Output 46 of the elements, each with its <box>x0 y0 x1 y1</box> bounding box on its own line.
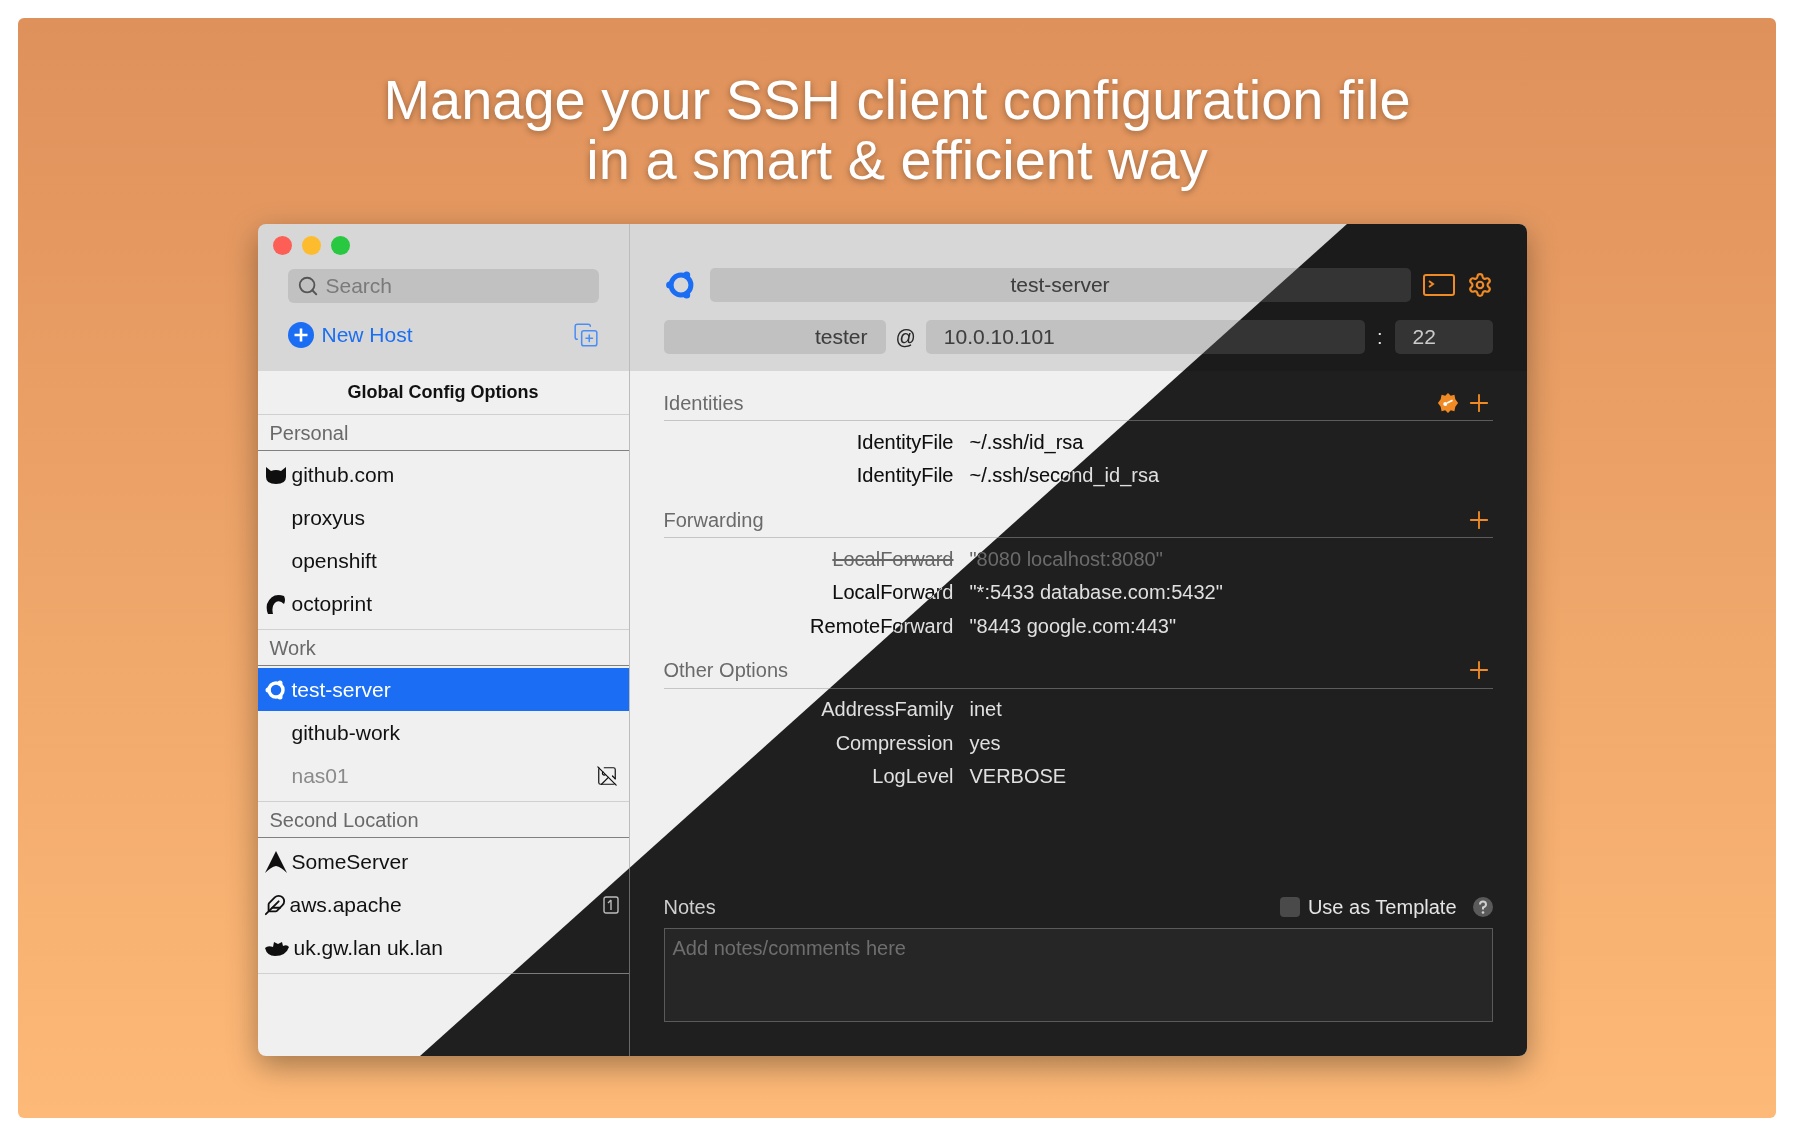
at-sign: @ <box>894 325 917 350</box>
host-item[interactable]: uk.gw.lan uk.lan <box>257 926 629 969</box>
host-item[interactable]: openshift <box>257 539 629 582</box>
template-checkbox[interactable]: Use as Template <box>1279 892 1493 922</box>
help-icon[interactable] <box>1472 897 1493 917</box>
option-value: yes <box>969 730 1001 756</box>
peak-icon <box>263 849 288 874</box>
host-item[interactable]: proxyus <box>257 496 629 539</box>
host-item[interactable]: SomeServer <box>257 840 629 883</box>
hostname-field[interactable]: 10.0.10.101 <box>925 320 1365 354</box>
host-title-field[interactable]: test-server <box>709 268 1411 302</box>
host-item[interactable]: aws.apache <box>257 883 629 926</box>
user-field[interactable]: tester <box>663 320 886 354</box>
cat-icon <box>263 464 288 485</box>
section-heading: Other Options <box>663 658 788 683</box>
notes-field[interactable]: Add notes/comments here <box>663 928 1493 1022</box>
port-field[interactable]: 22 <box>1394 320 1493 354</box>
plus-circle-icon <box>287 321 314 348</box>
option-key: IdentityFile <box>663 460 970 491</box>
option-value: "8443 google.com:443" <box>969 613 1177 639</box>
option-value: inet <box>969 697 1002 723</box>
option-value: "8080 localhost:8080" <box>969 546 1163 572</box>
option-value: "*:5433 database.com:5432" <box>969 580 1223 606</box>
section-heading: Forwarding <box>663 507 764 533</box>
headline: Manage your SSH client configuration file in a smart & efficient way <box>383 70 1411 190</box>
feather-icon <box>263 893 286 916</box>
option-key: AddressFamily <box>663 694 970 725</box>
option-key: IdentityFile <box>663 426 970 457</box>
host-item[interactable]: octoprint <box>257 582 629 625</box>
host-item[interactable]: github.com <box>257 453 629 496</box>
host-item[interactable]: github-work <box>257 711 629 754</box>
option-value: ~/.ssh/id_rsa <box>969 429 1084 456</box>
option-value: VERBOSE <box>969 764 1067 790</box>
option-key: LogLevel <box>663 761 970 792</box>
option-key: Compression <box>663 727 970 758</box>
badge-key-icon[interactable] <box>1436 391 1459 414</box>
host-item[interactable]: test-server <box>257 668 629 711</box>
settings-icon[interactable] <box>1466 272 1493 298</box>
search-icon <box>296 275 319 297</box>
terminal-icon[interactable] <box>1422 274 1455 296</box>
notes-label: Notes <box>663 895 716 920</box>
colon-separator: : <box>1375 325 1384 350</box>
global-config-item[interactable]: Global Config Options <box>257 371 629 415</box>
option-key: LocalForward <box>663 543 970 574</box>
image-off-icon <box>594 764 619 787</box>
section-heading: Identities <box>663 390 744 416</box>
